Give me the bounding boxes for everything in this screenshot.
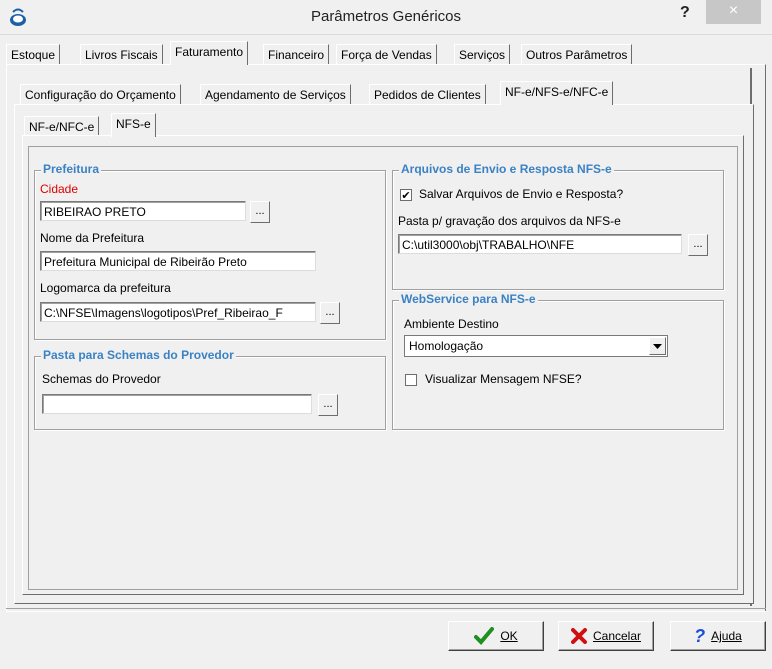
ajuda-button[interactable]: ? Ajuda	[670, 621, 766, 651]
cidade-input[interactable]: RIBEIRAO PRETO	[40, 201, 246, 221]
group-schemas: Pasta para Schemas do Provedor	[34, 348, 386, 430]
ambiente-destino-value: Homologação	[409, 339, 484, 353]
tab-forca-de-vendas[interactable]: Força de Vendas	[336, 44, 437, 65]
tab-servicos[interactable]: Serviços	[454, 44, 511, 65]
bottom-separator	[6, 608, 766, 612]
pasta-gravacao-label: Pasta p/ gravação dos arquivos da NFS-e	[398, 214, 621, 228]
pasta-gravacao-browse-button[interactable]: ...	[688, 234, 708, 256]
tab-financeiro[interactable]: Financeiro	[263, 44, 330, 65]
nome-prefeitura-label: Nome da Prefeitura	[40, 231, 145, 245]
tab-agendamento-servicos[interactable]: Agendamento de Serviços	[200, 84, 351, 105]
group-schemas-title: Pasta para Schemas do Provedor	[41, 348, 236, 362]
check-icon	[474, 627, 495, 645]
ambiente-destino-select[interactable]: Homologação	[404, 335, 668, 357]
nome-prefeitura-input[interactable]: Prefeitura Municipal de Ribeirão Preto	[40, 251, 316, 271]
ok-label: OK	[500, 629, 518, 643]
help-question-icon: ?	[694, 625, 706, 646]
cidade-label: Cidade	[40, 182, 79, 196]
cancel-x-icon	[570, 628, 587, 644]
tab-pedidos-clientes[interactable]: Pedidos de Clientes	[369, 84, 486, 105]
salvar-arquivos-label[interactable]: Salvar Arquivos de Envio e Resposta?	[419, 187, 623, 201]
schemas-input[interactable]	[42, 394, 312, 414]
tab-nfe-nfce[interactable]: NF-e/NFC-e	[24, 116, 100, 137]
logomarca-input[interactable]: C:\NFSE\Imagens\logotipos\Pref_Ribeirao_…	[40, 302, 316, 322]
tab-estoque[interactable]: Estoque	[6, 44, 61, 65]
window-title: Parâmetros Genéricos	[310, 8, 462, 25]
help-icon[interactable]: ?	[680, 4, 690, 22]
visualizar-mensagem-label[interactable]: Visualizar Mensagem NFSE?	[425, 372, 582, 386]
logomarca-label: Logomarca da prefeitura	[40, 281, 171, 295]
visualizar-mensagem-checkbox[interactable]	[405, 374, 417, 386]
group-prefeitura-title: Prefeitura	[41, 162, 102, 176]
cancelar-label: Cancelar	[592, 629, 642, 643]
tab-livros-fiscais[interactable]: Livros Fiscais	[80, 44, 163, 65]
tab-outros-parametros[interactable]: Outros Parâmetros	[521, 44, 633, 65]
salvar-arquivos-checkbox[interactable]: ✔	[400, 189, 412, 202]
main-tabs: Estoque Livros Fiscais Faturamento Finan…	[0, 40, 772, 66]
cancelar-button[interactable]: Cancelar	[558, 621, 654, 651]
close-button[interactable]: ×	[706, 0, 761, 24]
tab-nfe-nfse-nfce[interactable]: NF-e/NFS-e/NFC-e	[500, 81, 614, 105]
schemas-label: Schemas do Provedor	[42, 372, 161, 386]
group-arquivos-title: Arquivos de Envio e Resposta NFS-e	[399, 162, 614, 176]
ajuda-label: Ajuda	[711, 629, 742, 643]
chevron-down-icon[interactable]	[649, 337, 666, 355]
schemas-browse-button[interactable]: ...	[318, 394, 338, 416]
tab-faturamento[interactable]: Faturamento	[170, 41, 249, 65]
pasta-gravacao-input[interactable]: C:\util3000\obj\TRABALHO\NFE	[398, 234, 682, 254]
logomarca-browse-button[interactable]: ...	[320, 302, 340, 324]
group-webservice-title: WebService para NFS-e	[399, 292, 538, 306]
ok-button[interactable]: OK	[448, 621, 544, 651]
tab-nfse[interactable]: NFS-e	[111, 113, 156, 137]
ambiente-destino-label: Ambiente Destino	[404, 317, 499, 331]
tab-configuracao-orcamento[interactable]: Configuração do Orçamento	[20, 84, 181, 105]
cidade-browse-button[interactable]: ...	[250, 201, 270, 223]
